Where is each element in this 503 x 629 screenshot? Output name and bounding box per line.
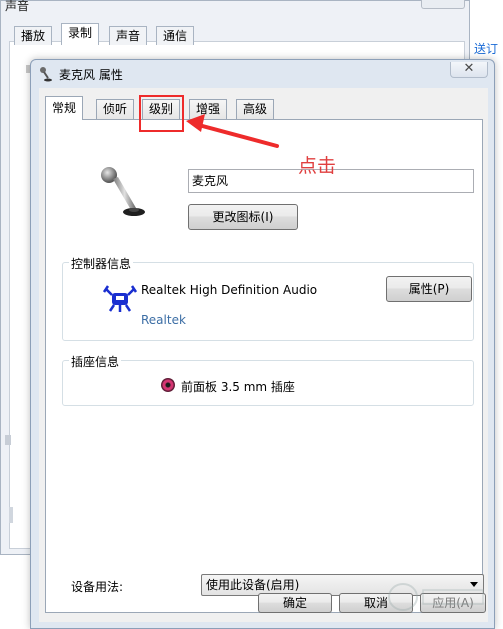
tab-advanced[interactable]: 高级 [236,99,275,119]
controller-properties-button[interactable]: 属性(P) [386,276,472,302]
tab-playback[interactable]: 播放 [14,26,53,45]
device-usage-value: 使用此设备(启用) [206,578,300,592]
dialog-titlebar[interactable]: 麦克风 属性 ✕ [31,60,494,88]
annotation-highlight-box [139,95,184,132]
sound-window-close-button[interactable] [421,0,465,9]
close-button[interactable]: ✕ [450,62,488,78]
jack-pink-icon [161,378,175,392]
realtek-crab-logo-icon [102,285,138,312]
tab-listen[interactable]: 侦听 [96,99,135,119]
sound-window-title: 声音 [5,0,30,13]
general-tab-panel: 麦克风 更改图标(I) 控制器信息 Realtek High Definitio… [45,119,484,613]
side-link[interactable]: 送订 [474,40,498,57]
change-icon-button[interactable]: 更改图标(I) [188,204,298,230]
jack-info-label: 插座信息 [69,353,122,370]
annotation-label: 点击 [298,155,337,177]
tab-general[interactable]: 常规 [45,96,84,120]
tab-enhancements[interactable]: 增强 [189,99,228,119]
controller-info-label: 控制器信息 [69,255,134,272]
tab-communications[interactable]: 通信 [156,26,195,45]
controller-name: Realtek High Definition Audio [141,283,318,297]
tab-recording[interactable]: 录制 [61,23,100,45]
microphone-icon [40,67,52,82]
background-fragment [5,435,11,445]
tab-sounds[interactable]: 声音 [109,26,148,45]
background-fragment [9,507,13,523]
dialog-title: 麦克风 属性 [59,68,123,82]
dialog-client-area: 常规 侦听 级别 增强 高级 麦克风 更改图标(I) 控制器信息 Realtek… [39,88,488,622]
ok-button[interactable]: 确定 [258,593,332,613]
watermark-logo [388,583,484,611]
microphone-icon [101,167,145,216]
jack-description: 前面板 3.5 mm 插座 [181,380,295,394]
device-usage-label: 设备用法: [71,580,124,594]
realtek-link[interactable]: Realtek [141,313,186,327]
microphone-properties-dialog: 麦克风 属性 ✕ 常规 侦听 级别 增强 高级 麦克风 更改图标(I) 控制器信… [30,59,495,629]
